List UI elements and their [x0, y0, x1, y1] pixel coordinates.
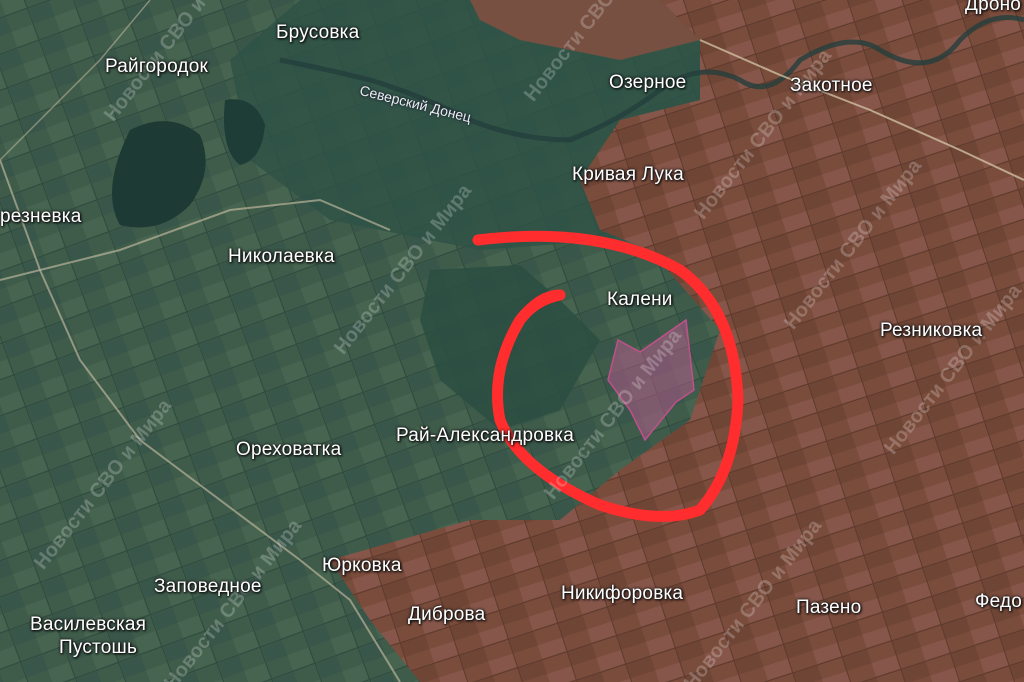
place-nikiforovka[interactable]: Никифоровка [561, 583, 683, 605]
place-pustosh[interactable]: Пустошь [59, 637, 137, 659]
place-reznikovka[interactable]: Резниковка [880, 320, 982, 342]
place-vasilevskaya[interactable]: Василевская [30, 614, 146, 636]
place-kalenik[interactable]: Калени [607, 289, 673, 311]
place-krivaya-luka[interactable]: Кривая Лука [572, 164, 684, 186]
place-fedorovka[interactable]: Федо [975, 591, 1022, 613]
place-dronovka[interactable]: Дроно [965, 0, 1021, 16]
place-yurkovka[interactable]: Юрковка [322, 555, 402, 577]
place-orekhovatka[interactable]: Ореховатка [236, 439, 341, 461]
place-zakotnoe[interactable]: Закотное [790, 75, 873, 97]
place-brusovka[interactable]: Брусовка [276, 22, 359, 44]
place-nikolaevka[interactable]: Николаевка [228, 246, 335, 268]
place-dibrova[interactable]: Диброва [408, 604, 485, 626]
place-ray-aleksandrovka[interactable]: Рай-Александровка [396, 425, 574, 447]
place-zapovednoe[interactable]: Заповедное [154, 576, 262, 598]
map-view[interactable]: Новости СВО и Мира Новости СВО и Мира Но… [0, 0, 1024, 682]
place-raygorodok[interactable]: Райгородок [105, 56, 208, 78]
place-ozernoe[interactable]: Озерное [609, 72, 686, 94]
place-bereznevka[interactable]: резневка [0, 206, 81, 228]
place-pazeno[interactable]: Пазено [796, 597, 861, 619]
